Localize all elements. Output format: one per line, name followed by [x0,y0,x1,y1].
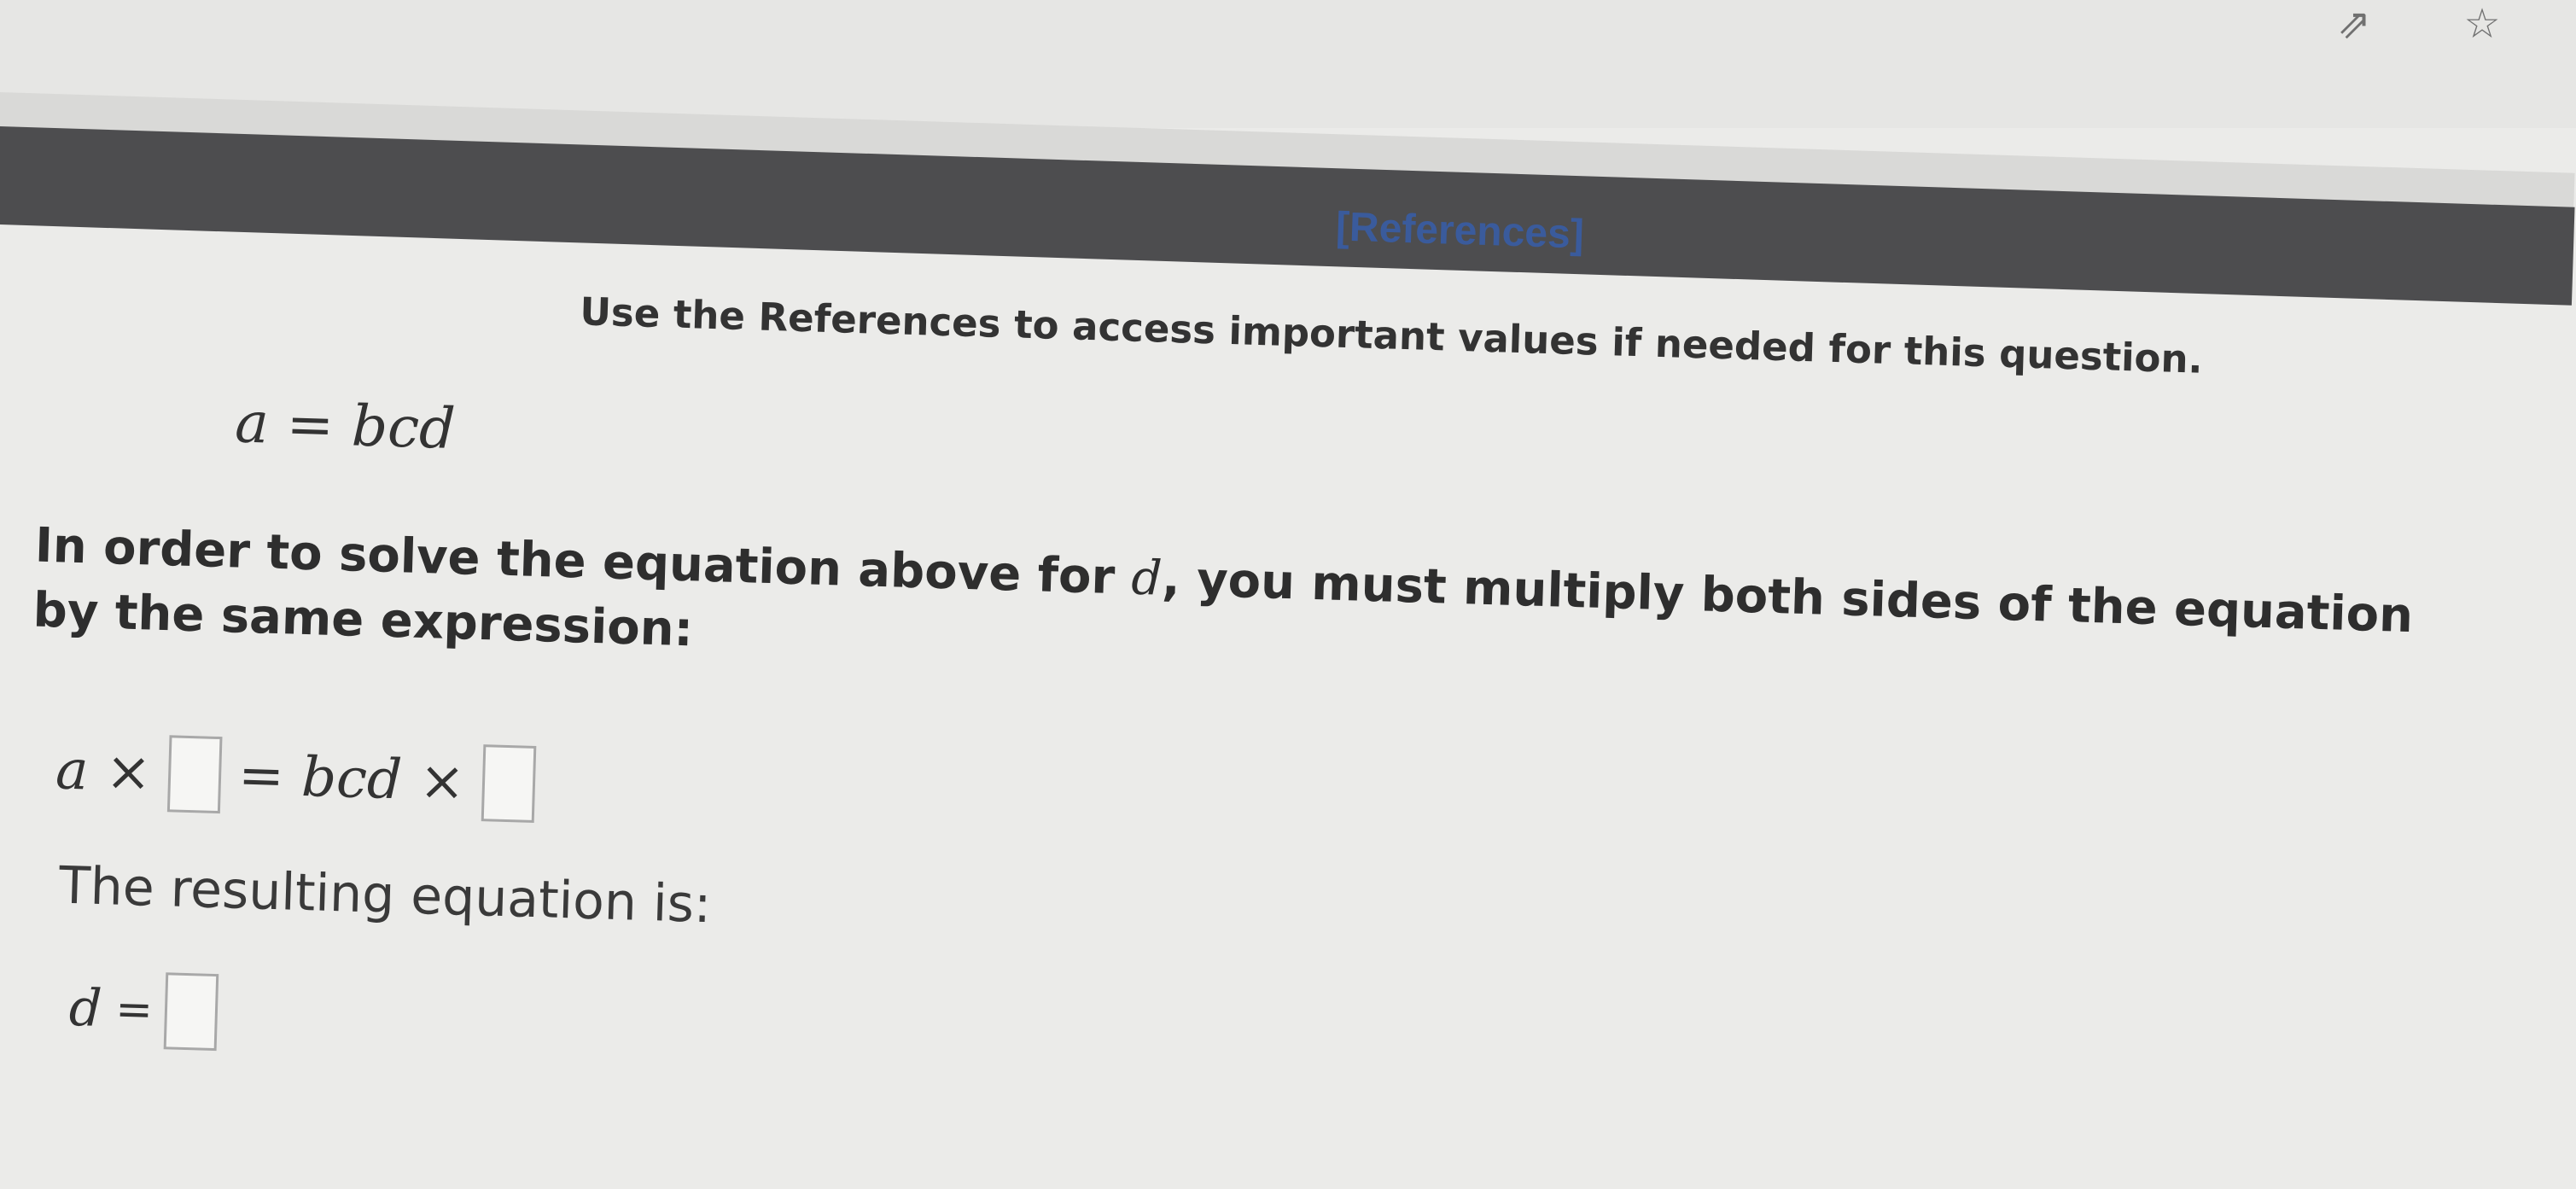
question-content: Use the References to access important v… [0,0,2575,1189]
question-prompt: In order to solve the equation above for… [32,514,2493,716]
equals-sign: = [114,983,154,1036]
result-answer-input[interactable] [163,972,219,1052]
given-equation: a = bcd [234,389,457,463]
target-variable: d [1130,550,1163,607]
result-variable: d [67,977,103,1040]
references-instruction: Use the References to access important v… [579,289,2204,382]
result-label: The resulting equation is: [58,855,713,935]
result-equation: d = [68,965,219,1055]
right-side-expression: = bcd × [237,743,466,814]
left-multiplier-input[interactable] [166,735,223,814]
share-icon[interactable]: ⇗ [2330,0,2378,48]
star-icon[interactable]: ☆ [2458,0,2506,48]
left-side-expression: a × [55,738,153,805]
right-multiplier-input[interactable] [481,744,537,823]
multiplication-step: a × = bcd × [55,727,537,827]
